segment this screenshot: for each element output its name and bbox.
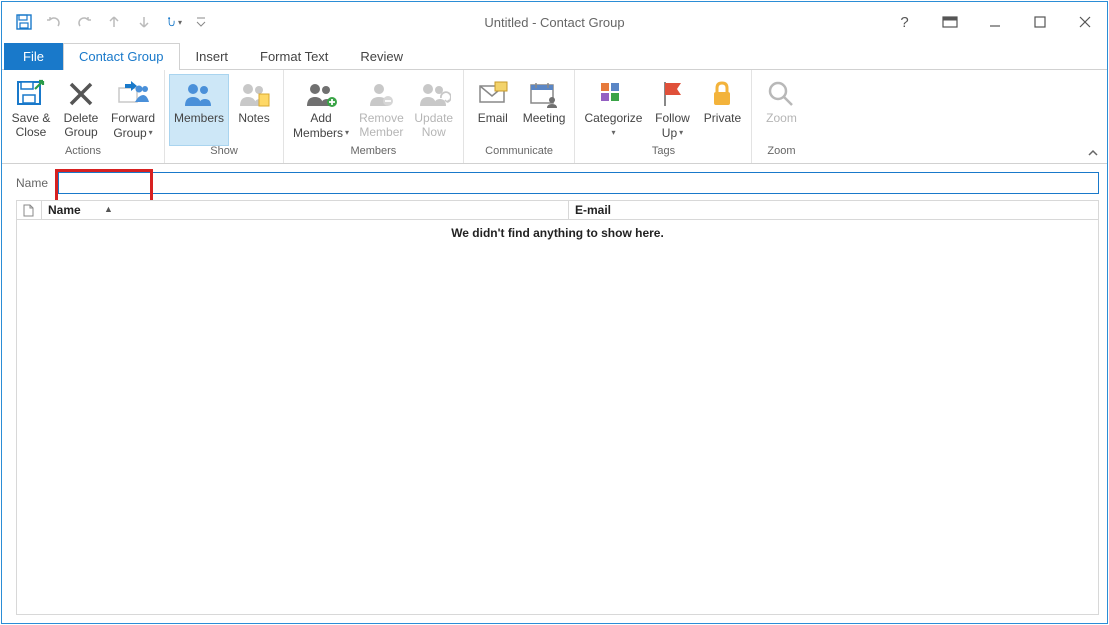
sort-asc-icon: ▲ — [104, 204, 113, 214]
chevron-down-icon: ▾ — [345, 126, 349, 140]
categorize-label: Categorize — [584, 111, 642, 125]
add-members-label-1: Add — [310, 111, 331, 125]
ribbon: Save &Close DeleteGroup ForwardGroup▾ Ac… — [2, 70, 1107, 164]
remove-member-label-2: Member — [359, 125, 403, 139]
members-label: Members — [174, 111, 224, 125]
remove-member-label-1: Remove — [359, 111, 404, 125]
members-list: Name ▲ E-mail We didn't find anything to… — [16, 200, 1099, 615]
add-members-label-2: Members — [293, 126, 343, 140]
previous-icon[interactable] — [106, 14, 122, 30]
tab-insert[interactable]: Insert — [180, 43, 245, 70]
col-icon[interactable] — [17, 201, 42, 219]
document-icon — [23, 204, 34, 217]
ribbon-display-options-button[interactable] — [927, 8, 972, 36]
group-members-label: Members — [288, 144, 459, 162]
tab-contact-group[interactable]: Contact Group — [63, 43, 180, 70]
col-name[interactable]: Name ▲ — [42, 201, 569, 219]
private-label: Private — [704, 111, 741, 125]
minimize-button[interactable] — [972, 8, 1017, 36]
col-email-label: E-mail — [575, 203, 611, 217]
group-communicate-label: Communicate — [468, 144, 571, 162]
meeting-button[interactable]: Meeting — [518, 74, 571, 146]
group-tags-label: Tags — [579, 144, 747, 162]
collapse-ribbon-icon[interactable] — [1087, 147, 1099, 159]
chevron-down-icon: ▾ — [149, 126, 153, 140]
group-tags: Categorize▾ FollowUp▾ Private Tags — [575, 70, 752, 163]
meeting-label: Meeting — [523, 111, 566, 125]
customize-qat-icon[interactable] — [196, 14, 206, 30]
notes-label: Notes — [238, 111, 269, 125]
follow-up-label-2: Up — [662, 126, 677, 140]
tab-file[interactable]: File — [4, 43, 63, 70]
group-zoom: Zoom Zoom — [752, 70, 810, 163]
save-close-button[interactable]: Save &Close — [6, 74, 56, 146]
group-communicate: Email Meeting Communicate — [464, 70, 576, 163]
save-close-label-2: Close — [16, 125, 47, 139]
delete-group-label-1: Delete — [64, 111, 99, 125]
group-members: AddMembers▾ RemoveMember UpdateNow Membe… — [284, 70, 464, 163]
add-members-button[interactable]: AddMembers▾ — [288, 74, 354, 146]
name-label: Name — [16, 176, 48, 190]
notes-button[interactable]: Notes — [229, 74, 279, 146]
follow-up-label-1: Follow — [655, 111, 690, 125]
categorize-button[interactable]: Categorize▾ — [579, 74, 647, 146]
zoom-label: Zoom — [766, 111, 797, 125]
remove-member-button: RemoveMember — [354, 74, 409, 146]
save-close-label-1: Save & — [12, 111, 51, 125]
delete-group-button[interactable]: DeleteGroup — [56, 74, 106, 146]
members-button[interactable]: Members — [169, 74, 229, 146]
tab-review[interactable]: Review — [344, 43, 419, 70]
forward-group-label-1: Forward — [111, 111, 155, 125]
col-name-label: Name — [48, 203, 81, 217]
chevron-down-icon: ▾ — [611, 126, 615, 140]
group-zoom-label: Zoom — [756, 144, 806, 162]
window-controls: ? — [882, 2, 1107, 42]
col-email[interactable]: E-mail — [569, 201, 1098, 219]
name-input[interactable] — [58, 172, 1099, 194]
update-now-label-1: Update — [414, 111, 453, 125]
private-button[interactable]: Private — [697, 74, 747, 146]
forward-group-button[interactable]: ForwardGroup▾ — [106, 74, 160, 146]
email-button[interactable]: Email — [468, 74, 518, 146]
members-body: We didn't find anything to show here. — [17, 220, 1098, 614]
empty-text: We didn't find anything to show here. — [451, 226, 664, 240]
delete-group-label-2: Group — [64, 125, 97, 139]
undo-icon[interactable] — [46, 14, 62, 30]
forward-group-label-2: Group — [113, 126, 146, 140]
group-actions: Save &Close DeleteGroup ForwardGroup▾ Ac… — [2, 70, 165, 163]
close-button[interactable] — [1062, 8, 1107, 36]
name-row: Name — [2, 164, 1107, 200]
chevron-down-icon: ▾ — [679, 126, 683, 140]
quick-access-toolbar: ▾ — [2, 2, 206, 42]
members-header: Name ▲ E-mail — [17, 201, 1098, 220]
save-icon[interactable] — [16, 14, 32, 30]
follow-up-button[interactable]: FollowUp▾ — [647, 74, 697, 146]
email-label: Email — [478, 111, 508, 125]
touch-mouse-mode-icon[interactable]: ▾ — [166, 14, 182, 30]
zoom-button: Zoom — [756, 74, 806, 146]
tab-format-text[interactable]: Format Text — [244, 43, 344, 70]
group-show-label: Show — [169, 144, 279, 162]
window: ▾ Untitled - Contact Group ? File C — [1, 1, 1108, 624]
titlebar: ▾ Untitled - Contact Group ? — [2, 2, 1107, 42]
update-now-button: UpdateNow — [409, 74, 459, 146]
redo-icon[interactable] — [76, 14, 92, 30]
update-now-label-2: Now — [422, 125, 446, 139]
ribbon-tabs: File Contact Group Insert Format Text Re… — [2, 42, 1107, 70]
group-show: Members Notes Show — [165, 70, 284, 163]
group-actions-label: Actions — [6, 144, 160, 162]
maximize-button[interactable] — [1017, 8, 1062, 36]
next-icon[interactable] — [136, 14, 152, 30]
help-button[interactable]: ? — [882, 8, 927, 36]
